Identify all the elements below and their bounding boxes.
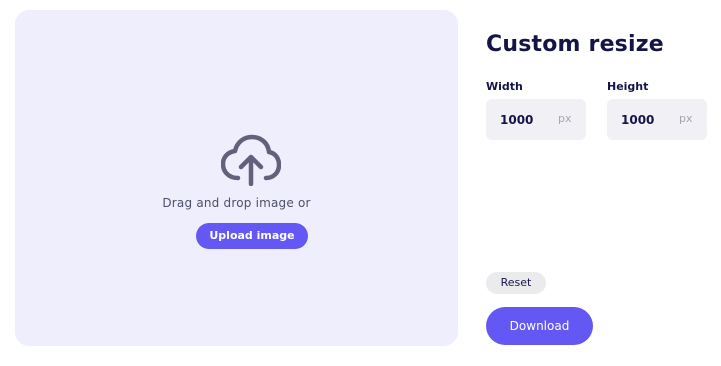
height-input[interactable] (607, 99, 667, 140)
reset-button[interactable]: Reset (486, 272, 546, 294)
download-button[interactable]: Download (486, 307, 593, 345)
upload-image-button[interactable]: Upload image (196, 223, 308, 249)
width-label: Width (486, 80, 523, 93)
width-input[interactable] (486, 99, 546, 140)
height-field[interactable]: px (607, 99, 707, 140)
width-unit: px (558, 112, 572, 125)
resize-tool: Drag and drop image or Upload image Cust… (0, 0, 721, 366)
image-dropzone[interactable]: Drag and drop image or Upload image (15, 10, 458, 346)
height-label: Height (607, 80, 649, 93)
page-title: Custom resize (486, 32, 664, 57)
width-field[interactable]: px (486, 99, 586, 140)
cloud-upload-icon (221, 134, 281, 186)
drop-instructions: Drag and drop image or (162, 196, 311, 210)
height-unit: px (679, 112, 693, 125)
